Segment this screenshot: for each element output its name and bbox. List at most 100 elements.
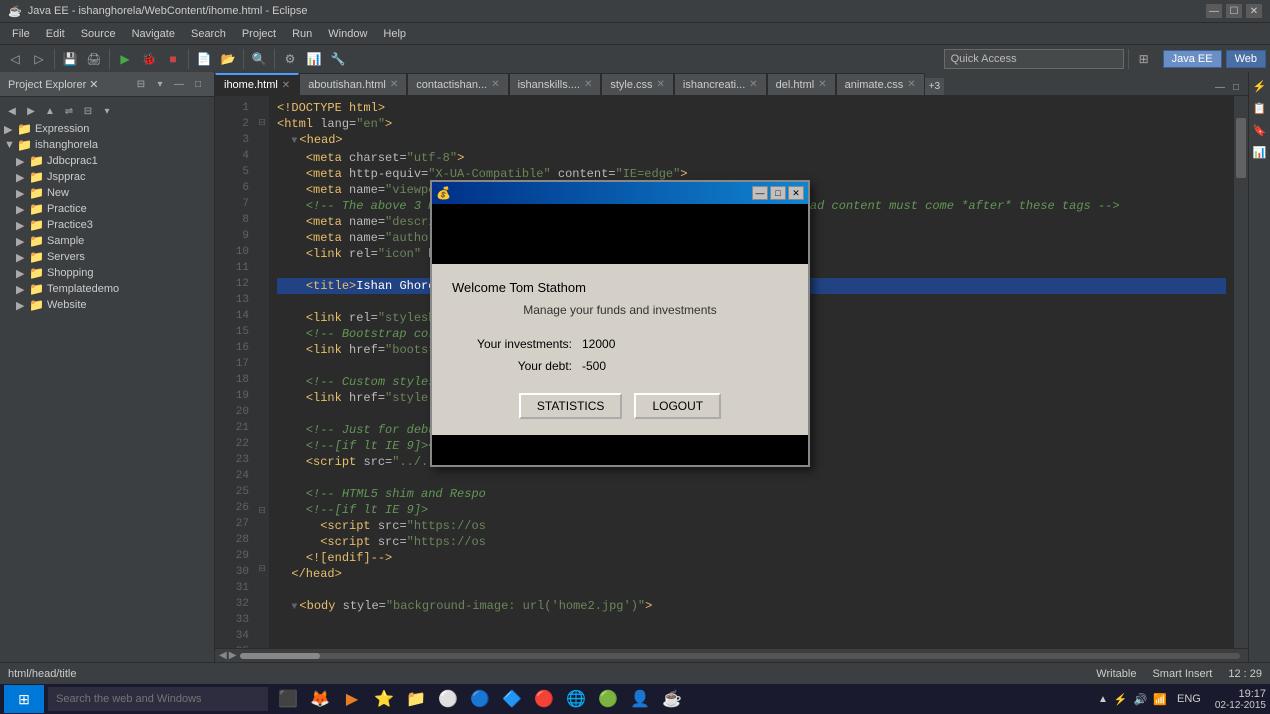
menu-help[interactable]: Help — [375, 26, 414, 42]
sidebar-menu[interactable]: ▾ — [152, 76, 168, 92]
sidebar-menu-btn2[interactable]: ▾ — [99, 103, 115, 119]
perspective-javaee[interactable]: Java EE — [1163, 50, 1222, 68]
tab-ishanskills[interactable]: ishanskills.... ✕ — [509, 73, 602, 95]
menu-project[interactable]: Project — [234, 26, 284, 42]
firefox-icon[interactable]: 🦊 — [306, 685, 334, 713]
toolbar-extra2[interactable]: 📊 — [303, 48, 325, 70]
tab-animate[interactable]: animate.css ✕ — [836, 73, 925, 95]
tab-ihome[interactable]: ihome.html ✕ — [215, 73, 299, 95]
tab-overflow[interactable]: +3 — [925, 78, 944, 95]
tray-expand[interactable]: ▲ — [1098, 694, 1108, 705]
tab-aboutishan[interactable]: aboutishan.html ✕ — [299, 73, 407, 95]
sidebar-item-jspprac[interactable]: ▶ 📁 Jspprac — [0, 169, 214, 185]
tab-del[interactable]: del.html ✕ — [767, 73, 836, 95]
close-icon[interactable]: ✕ — [390, 79, 398, 90]
close-icon[interactable]: ✕ — [584, 79, 592, 90]
ie-icon[interactable]: 🌐 — [562, 685, 590, 713]
sidebar-collapse-all[interactable]: ⊟ — [133, 76, 149, 92]
toolbar-perspective-settings[interactable]: ⊞ — [1133, 48, 1155, 70]
modal-minimize-btn[interactable]: — — [752, 186, 768, 200]
java-icon[interactable]: ☕ — [658, 685, 686, 713]
right-sidebar-btn-2[interactable]: 📋 — [1250, 98, 1270, 118]
right-sidebar-btn-1[interactable]: ⚡ — [1250, 76, 1270, 96]
start-button[interactable]: ⊞ — [4, 685, 44, 713]
menu-navigate[interactable]: Navigate — [124, 26, 183, 42]
red-icon[interactable]: 🔴 — [530, 685, 558, 713]
close-icon[interactable]: ✕ — [657, 79, 665, 90]
toolbar-back[interactable]: ◁ — [4, 48, 26, 70]
toolbar-debug[interactable]: 🐞 — [138, 48, 160, 70]
tab-contactishan[interactable]: contactishan... ✕ — [407, 73, 508, 95]
toolbar-forward[interactable]: ▷ — [28, 48, 50, 70]
sidebar-item-website[interactable]: ▶ 📁 Website — [0, 297, 214, 313]
sidebar-back-btn[interactable]: ◀ — [4, 103, 20, 119]
logout-button[interactable]: LOGOUT — [634, 393, 721, 419]
toolbar-extra1[interactable]: ⚙ — [279, 48, 301, 70]
menu-file[interactable]: File — [4, 26, 38, 42]
close-icon[interactable]: ✕ — [282, 80, 290, 91]
task-view-btn[interactable]: ⬛ — [274, 685, 302, 713]
editor-minimize[interactable]: — — [1212, 79, 1228, 95]
toolbar-open[interactable]: 📂 — [217, 48, 239, 70]
sidebar-item-shopping[interactable]: ▶ 📁 Shopping — [0, 265, 214, 281]
maximize-btn[interactable]: ☐ — [1226, 4, 1242, 18]
horizontal-scrollbar[interactable]: ◀ ▶ — [215, 648, 1248, 662]
toolbar-search[interactable]: 🔍 — [248, 48, 270, 70]
quick-access-box[interactable]: Quick Access — [944, 49, 1124, 69]
toolbar-extra3[interactable]: 🔧 — [327, 48, 349, 70]
sidebar-item-practice3[interactable]: ▶ 📁 Practice3 — [0, 217, 214, 233]
toolbar-print[interactable]: 🖨 — [83, 48, 105, 70]
sidebar-forward-btn[interactable]: ▶ — [23, 103, 39, 119]
minimize-btn[interactable]: — — [1206, 4, 1222, 18]
close-icon[interactable]: ✕ — [749, 79, 757, 90]
toolbar-new[interactable]: 📄 — [193, 48, 215, 70]
scroll-left-btn[interactable]: ◀ — [219, 650, 227, 661]
vertical-scrollbar[interactable] — [1234, 96, 1248, 648]
tab-ishancreati[interactable]: ishancreati... ✕ — [674, 73, 767, 95]
menu-run[interactable]: Run — [284, 26, 320, 42]
menu-window[interactable]: Window — [320, 26, 375, 42]
hp-icon[interactable]: 🔷 — [498, 685, 526, 713]
toolbar-run[interactable]: ▶ — [114, 48, 136, 70]
sidebar-minimize[interactable]: — — [171, 76, 187, 92]
sidebar-collapse-btn[interactable]: ⊟ — [80, 103, 96, 119]
close-icon[interactable]: ✕ — [491, 79, 499, 90]
editor-maximize[interactable]: □ — [1228, 79, 1244, 95]
toolbar-save[interactable]: 💾 — [59, 48, 81, 70]
scrollbar-thumb[interactable] — [1236, 118, 1246, 178]
sidebar-item-practice[interactable]: ▶ 📁 Practice — [0, 201, 214, 217]
hscroll-thumb[interactable] — [240, 653, 320, 659]
taskbar-search[interactable] — [48, 687, 268, 711]
right-sidebar-btn-4[interactable]: 📊 — [1250, 142, 1270, 162]
statistics-button[interactable]: STATISTICS — [519, 393, 623, 419]
right-sidebar-btn-3[interactable]: 🔖 — [1250, 120, 1270, 140]
window-controls[interactable]: — ☐ ✕ — [1206, 4, 1262, 18]
toolbar-stop[interactable]: ■ — [162, 48, 184, 70]
sidebar-item-new[interactable]: ▶ 📁 New — [0, 185, 214, 201]
sidebar-item-expression[interactable]: ▶ 📁 Expression — [0, 121, 214, 137]
sidebar-item-templatedemo[interactable]: ▶ 📁 Templatedemo — [0, 281, 214, 297]
scroll-right-btn[interactable]: ▶ — [229, 650, 237, 661]
menu-source[interactable]: Source — [73, 26, 124, 42]
sidebar-up-btn[interactable]: ▲ — [42, 103, 58, 119]
sidebar-item-ishanghorela[interactable]: ▼ 📁 ishanghorela — [0, 137, 214, 153]
sidebar-item-jdbcprac1[interactable]: ▶ 📁 Jdbcprac1 — [0, 153, 214, 169]
close-icon[interactable]: ✕ — [907, 79, 915, 90]
menu-edit[interactable]: Edit — [38, 26, 73, 42]
chrome-icon[interactable]: ⚪ — [434, 685, 462, 713]
close-btn[interactable]: ✕ — [1246, 4, 1262, 18]
sidebar-item-servers[interactable]: ▶ 📁 Servers — [0, 249, 214, 265]
sidebar-item-sample[interactable]: ▶ 📁 Sample — [0, 233, 214, 249]
modal-close-btn[interactable]: ✕ — [788, 186, 804, 200]
sidebar-link-btn[interactable]: ⇌ — [61, 103, 77, 119]
tab-style[interactable]: style.css ✕ — [601, 73, 674, 95]
sidebar-maximize[interactable]: □ — [190, 76, 206, 92]
modal-maximize-btn[interactable]: □ — [770, 186, 786, 200]
vlc-icon[interactable]: ▶ — [338, 685, 366, 713]
green-icon[interactable]: 🟢 — [594, 685, 622, 713]
perspective-web[interactable]: Web — [1226, 50, 1266, 68]
menu-search[interactable]: Search — [183, 26, 234, 42]
circle-icon[interactable]: 🔵 — [466, 685, 494, 713]
folder-icon[interactable]: 📁 — [402, 685, 430, 713]
person-icon[interactable]: 👤 — [626, 685, 654, 713]
